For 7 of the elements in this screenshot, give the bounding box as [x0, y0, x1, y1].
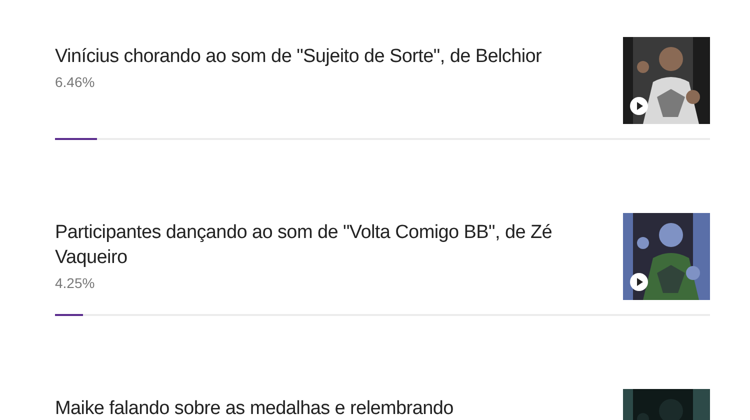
percentage-text: 4.25% — [55, 274, 96, 293]
play-icon[interactable] — [629, 272, 649, 292]
item-title[interactable]: Vinícius chorando ao som de "Sujeito de Sorte", de Belchior — [55, 44, 607, 69]
percentage-text: 6.46% — [55, 73, 96, 92]
item-title[interactable]: Maike falando sobre as medalhas e relembrando — [55, 396, 607, 420]
item-title[interactable]: Participantes dançando ao som de "Volta Comigo BB", de Zé Vaqueiro — [55, 220, 607, 270]
play-icon[interactable] — [629, 96, 649, 116]
